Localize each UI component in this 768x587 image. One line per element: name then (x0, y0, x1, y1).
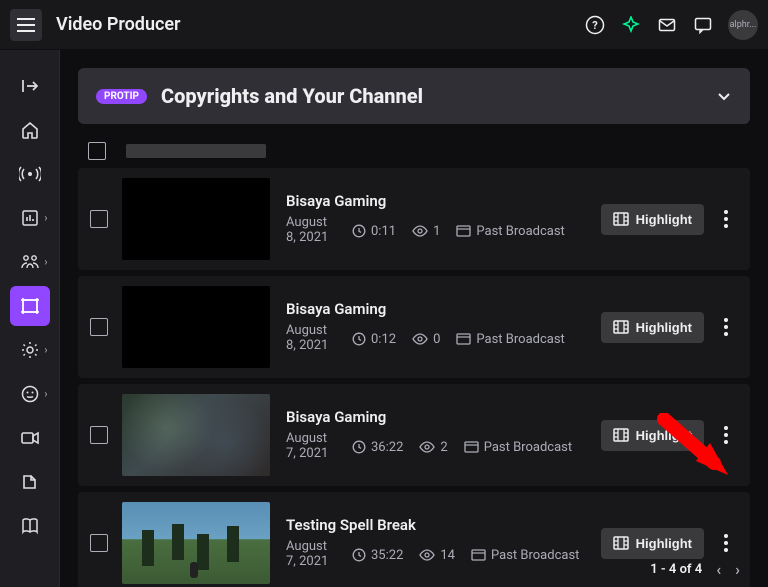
sidebar-extensions-icon[interactable] (10, 374, 50, 414)
video-thumbnail[interactable] (122, 286, 270, 368)
film-icon (613, 536, 629, 550)
help-icon[interactable]: ? (580, 10, 610, 40)
pagination: 1 - 4 of 4 ‹ › (650, 560, 740, 579)
video-thumbnail[interactable] (122, 502, 270, 584)
sidebar-settings-icon[interactable] (10, 330, 50, 370)
pagination-label: 1 - 4 of 4 (650, 562, 702, 577)
highlight-button[interactable]: Highlight (601, 420, 704, 451)
protip-title: Copyrights and Your Channel (161, 84, 716, 108)
video-checkbox[interactable] (90, 426, 108, 444)
video-thumbnail[interactable] (122, 178, 270, 260)
main-content: PROTIP Copyrights and Your Channel Bisay… (60, 50, 768, 587)
video-duration: 0:11 (352, 224, 396, 239)
eye-icon (419, 549, 435, 561)
video-checkbox[interactable] (90, 210, 108, 228)
video-row: Testing Spell Break August 7, 2021 35:22 14… (78, 492, 750, 587)
video-row: Bisaya Gaming August 8, 2021 0:12 0 Past Bro… (78, 276, 750, 378)
clock-icon (352, 224, 366, 238)
video-meta: August 8, 2021 0:12 0 Past Broadcast (286, 324, 601, 354)
video-info: Bisaya Gaming August 7, 2021 36:22 2 Past Br… (286, 408, 601, 462)
film-icon (613, 212, 629, 226)
sidebar-extensions2-icon[interactable] (10, 462, 50, 502)
sidebar-content-icon[interactable] (10, 286, 50, 326)
select-all-checkbox[interactable] (88, 142, 106, 160)
video-date: August 8, 2021 (286, 324, 340, 354)
eye-icon (412, 225, 428, 237)
video-title: Bisaya Gaming (286, 300, 601, 318)
sidebar-stream-icon[interactable] (10, 154, 50, 194)
more-options-button[interactable] (714, 523, 738, 563)
video-title: Bisaya Gaming (286, 192, 601, 210)
video-views: 2 (419, 440, 447, 455)
video-info: Bisaya Gaming August 8, 2021 0:12 0 Past Bro… (286, 300, 601, 354)
video-duration: 35:22 (352, 548, 403, 563)
clock-icon (352, 332, 366, 346)
sidebar-book-icon[interactable] (10, 506, 50, 546)
video-type: Past Broadcast (456, 332, 564, 347)
sidebar-collapse-icon[interactable] (10, 66, 50, 106)
more-options-button[interactable] (714, 199, 738, 239)
eye-icon (412, 333, 428, 345)
protip-banner[interactable]: PROTIP Copyrights and Your Channel (78, 68, 750, 124)
menu-button[interactable] (10, 9, 42, 41)
sidebar-camera-icon[interactable] (10, 418, 50, 458)
video-date: August 7, 2021 (286, 432, 340, 462)
more-options-button[interactable] (714, 307, 738, 347)
video-checkbox[interactable] (90, 318, 108, 336)
protip-badge: PROTIP (96, 89, 147, 104)
video-type: Past Broadcast (471, 548, 579, 563)
video-meta: August 7, 2021 35:22 14 Past Broadcast (286, 540, 601, 570)
video-meta: August 7, 2021 36:22 2 Past Broadcast (286, 432, 601, 462)
svg-text:?: ? (592, 19, 598, 32)
video-title: Bisaya Gaming (286, 408, 601, 426)
eye-icon (419, 441, 435, 453)
film-icon (613, 320, 629, 334)
video-views: 0 (412, 332, 440, 347)
sidebar-analytics-icon[interactable] (10, 198, 50, 238)
avatar-label: alphr... (730, 20, 757, 30)
video-views: 1 (412, 224, 440, 239)
video-duration: 0:12 (352, 332, 396, 347)
redacted-text (126, 144, 266, 158)
filter-row-fragment (78, 142, 750, 160)
sidebar-home-icon[interactable] (10, 110, 50, 150)
more-options-button[interactable] (714, 415, 738, 455)
broadcast-icon (456, 225, 471, 237)
page-title: Video Producer (56, 14, 181, 35)
highlight-button[interactable]: Highlight (601, 312, 704, 343)
video-date: August 8, 2021 (286, 216, 340, 246)
inbox-icon[interactable] (652, 10, 682, 40)
broadcast-icon (464, 441, 479, 453)
pagination-next[interactable]: › (735, 560, 740, 579)
highlight-button[interactable]: Highlight (601, 204, 704, 235)
video-type: Past Broadcast (464, 440, 572, 455)
video-date: August 7, 2021 (286, 540, 340, 570)
video-views: 14 (419, 548, 455, 563)
video-list: Bisaya Gaming August 8, 2021 0:11 1 Past Bro… (78, 168, 750, 587)
topbar: Video Producer ? alphr... (0, 0, 768, 50)
clock-icon (352, 548, 366, 562)
sparkle-icon[interactable] (616, 10, 646, 40)
sidebar-community-icon[interactable] (10, 242, 50, 282)
sidebar (0, 50, 60, 587)
chevron-down-icon (716, 88, 732, 104)
video-row: Bisaya Gaming August 7, 2021 36:22 2 Past Br… (78, 384, 750, 486)
film-icon (613, 428, 629, 442)
highlight-button[interactable]: Highlight (601, 528, 704, 559)
pagination-prev[interactable]: ‹ (716, 560, 721, 579)
video-duration: 36:22 (352, 440, 403, 455)
clock-icon (352, 440, 366, 454)
video-checkbox[interactable] (90, 534, 108, 552)
video-info: Testing Spell Break August 7, 2021 35:22 14… (286, 516, 601, 570)
chat-icon[interactable] (688, 10, 718, 40)
video-type: Past Broadcast (456, 224, 564, 239)
broadcast-icon (456, 333, 471, 345)
video-thumbnail[interactable] (122, 394, 270, 476)
video-info: Bisaya Gaming August 8, 2021 0:11 1 Past Bro… (286, 192, 601, 246)
broadcast-icon (471, 549, 486, 561)
avatar[interactable]: alphr... (728, 10, 758, 40)
video-row: Bisaya Gaming August 8, 2021 0:11 1 Past Bro… (78, 168, 750, 270)
video-title: Testing Spell Break (286, 516, 601, 534)
video-meta: August 8, 2021 0:11 1 Past Broadcast (286, 216, 601, 246)
